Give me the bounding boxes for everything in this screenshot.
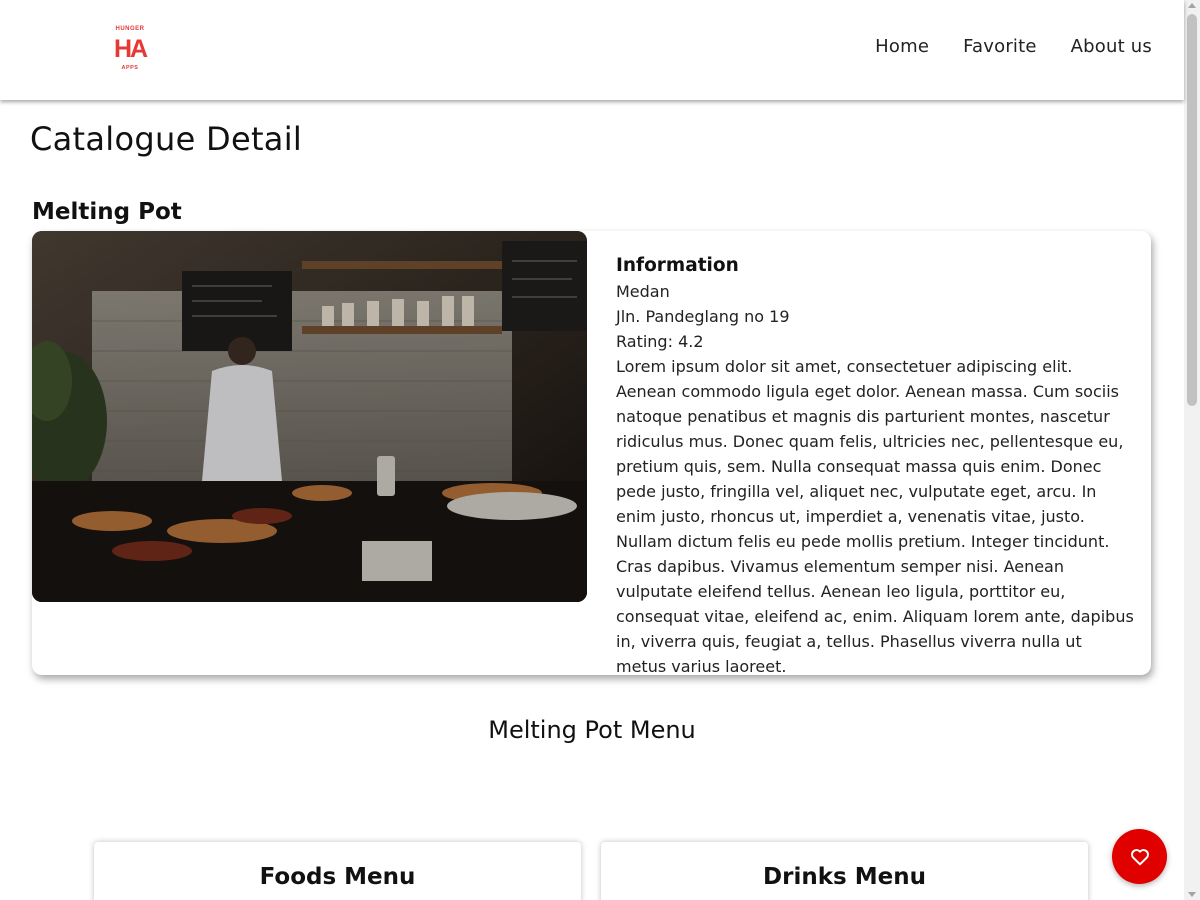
restaurant-photo: [32, 231, 587, 602]
svg-text:HA: HA: [114, 35, 148, 63]
svg-text:HUNGER: HUNGER: [115, 26, 144, 32]
foods-menu-card: Foods Menu: [94, 842, 581, 900]
restaurant-description: Lorem ipsum dolor sit amet, consectetuer…: [616, 357, 1134, 676]
scroll-down-icon[interactable]: [1188, 892, 1196, 897]
scrollbar[interactable]: [1184, 0, 1200, 900]
nav-about-link[interactable]: About us: [1071, 36, 1152, 57]
page-title: Catalogue Detail: [30, 120, 303, 158]
foods-menu-title: Foods Menu: [259, 864, 416, 890]
restaurant-image: [32, 231, 587, 602]
restaurant-city: Medan: [616, 282, 670, 301]
nav-favorite-link[interactable]: Favorite: [963, 36, 1037, 57]
heart-icon: [1130, 848, 1149, 865]
nav-links: Home Favorite About us: [875, 36, 1152, 57]
scrollbar-thumb[interactable]: [1187, 14, 1197, 406]
nav-home-link[interactable]: Home: [875, 36, 929, 57]
drinks-menu-card: Drinks Menu: [601, 842, 1088, 900]
scroll-up-icon[interactable]: [1188, 3, 1196, 8]
favorite-button[interactable]: [1112, 829, 1167, 884]
app-logo[interactable]: HUNGER HA APPS: [108, 22, 152, 72]
restaurant-address: Jln. Pandeglang no 19: [616, 307, 790, 326]
navbar: HUNGER HA APPS Home Favorite About us: [0, 0, 1184, 100]
menu-title: Melting Pot Menu: [488, 716, 696, 744]
restaurant-info: Information Medan Jln. Pandeglang no 19 …: [616, 253, 1136, 679]
restaurant-rating: Rating: 4.2: [616, 332, 704, 351]
restaurant-detail-card: Information Medan Jln. Pandeglang no 19 …: [32, 231, 1151, 676]
info-heading: Information: [616, 255, 739, 276]
svg-text:APPS: APPS: [122, 65, 139, 71]
drinks-menu-title: Drinks Menu: [763, 864, 926, 890]
restaurant-name: Melting Pot: [32, 199, 182, 225]
